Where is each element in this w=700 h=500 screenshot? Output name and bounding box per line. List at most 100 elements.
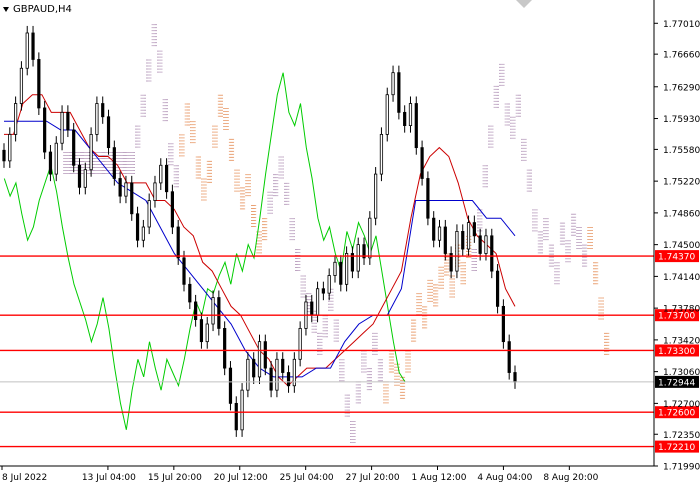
- candle-body: [182, 257, 186, 285]
- candle-body: [333, 261, 337, 276]
- candle-body: [374, 173, 378, 219]
- candle-body: [385, 94, 389, 135]
- x-tick-label: 27 Jul 20:00: [346, 473, 400, 483]
- candle-body: [443, 226, 447, 254]
- candle-body: [414, 103, 418, 149]
- y-tick-label: 1.74860: [663, 209, 700, 219]
- candle-body: [368, 217, 372, 259]
- current-price-label: 1.72944: [658, 378, 695, 388]
- candle-body: [72, 129, 76, 166]
- ichimoku-cloud: [63, 24, 610, 444]
- candle-body: [164, 164, 169, 193]
- candle-body: [37, 59, 41, 109]
- y-tick-label: 1.74140: [663, 273, 700, 283]
- candle-body: [472, 222, 476, 237]
- candle-body: [83, 169, 87, 188]
- level-label: 1.73300: [658, 347, 695, 357]
- candle-body: [420, 147, 424, 179]
- candle-body: [240, 389, 244, 431]
- candle-body: [228, 367, 233, 404]
- candles: [2, 25, 517, 437]
- candle-body: [478, 235, 482, 254]
- candle-body: [124, 182, 128, 197]
- chikou-line: [3, 72, 406, 430]
- x-tick-label: 13 Jul 04:00: [82, 473, 136, 483]
- candle-body: [60, 111, 64, 144]
- candle-body: [176, 226, 180, 259]
- symbol-header: GBPAUD,H4: [3, 4, 72, 15]
- candle-body: [490, 235, 494, 272]
- y-tick-label: 1.75580: [663, 146, 700, 156]
- y-tick-label: 1.71990: [663, 463, 700, 473]
- candle-body: [391, 72, 395, 96]
- candle-body: [8, 134, 12, 162]
- candle-body: [101, 103, 105, 118]
- candle-body: [286, 372, 291, 387]
- candle-body: [188, 283, 192, 303]
- candle-body: [345, 253, 349, 285]
- price-chart[interactable]: 1.74370 1.73700 1.73300 1.72600 1.72210 1.729…: [0, 0, 700, 500]
- y-tick-label: 1.72700: [663, 400, 700, 410]
- candle-body: [112, 147, 116, 179]
- candle-body: [432, 217, 436, 241]
- candle-body: [513, 372, 517, 383]
- x-tick-label: 8 Aug 20:00: [543, 473, 598, 483]
- candle-body: [54, 142, 58, 175]
- candle-body: [327, 275, 331, 294]
- candle-body: [43, 107, 47, 153]
- y-tick-label: 1.73060: [663, 368, 700, 378]
- candle-body: [89, 134, 93, 171]
- y-tick-label: 1.76290: [663, 83, 700, 93]
- y-tick-label: 1.77010: [663, 20, 700, 30]
- level-label: 1.72600: [658, 409, 695, 419]
- candle-body: [321, 288, 325, 294]
- candle-body: [269, 367, 273, 391]
- candle-body: [275, 358, 279, 391]
- symbol-label: GBPAUD,H4: [13, 4, 72, 15]
- candle-body: [466, 222, 471, 250]
- candle-body: [495, 270, 500, 307]
- candle-body: [205, 323, 209, 343]
- chart-canvas: 1.743701.737001.733001.726001.722101.729…: [0, 0, 700, 483]
- candle-body: [48, 151, 53, 175]
- candle-body: [223, 328, 227, 369]
- candle-body: [66, 111, 70, 131]
- candle-body: [252, 358, 256, 378]
- candle-body: [507, 341, 511, 373]
- x-tick-label: 1 Aug 12:00: [412, 473, 467, 483]
- candle-body: [455, 231, 459, 272]
- candle-body: [147, 200, 151, 228]
- x-tick-label: 8 Jul 2022: [2, 473, 47, 483]
- candle-body: [25, 32, 29, 69]
- candle-body: [130, 182, 134, 215]
- level-label: 1.72210: [658, 443, 695, 453]
- candle-body: [403, 111, 407, 126]
- y-tick-label: 1.75220: [663, 178, 700, 188]
- candle-body: [118, 178, 122, 197]
- candle-body: [170, 191, 174, 228]
- x-tick-label: 4 Aug 04:00: [477, 473, 532, 483]
- candle-body: [426, 178, 430, 219]
- y-tick-label: 1.73420: [663, 336, 700, 346]
- candle-body: [501, 305, 505, 343]
- candle-body: [298, 328, 302, 360]
- x-tick-label: 25 Jul 04:00: [280, 473, 334, 483]
- corner-marker-icon: [516, 0, 532, 8]
- candle-body: [310, 301, 314, 316]
- y-tick-label: 1.74500: [663, 241, 700, 251]
- candle-body: [77, 164, 82, 188]
- candle-body: [2, 149, 6, 162]
- candle-body: [246, 358, 250, 391]
- candle-body: [14, 103, 18, 135]
- candle-body: [106, 116, 111, 149]
- dropdown-triangle-icon[interactable]: [3, 7, 9, 12]
- candle-body: [31, 32, 35, 60]
- candle-body: [135, 213, 140, 241]
- candle-body: [234, 402, 238, 431]
- candle-body: [263, 341, 267, 369]
- level-label: 1.74370: [658, 253, 695, 263]
- y-tick-label: 1.76660: [663, 51, 700, 61]
- x-tick-label: 15 Jul 20:00: [148, 473, 202, 483]
- y-tick-label: 1.73780: [663, 305, 700, 315]
- candle-body: [461, 231, 465, 250]
